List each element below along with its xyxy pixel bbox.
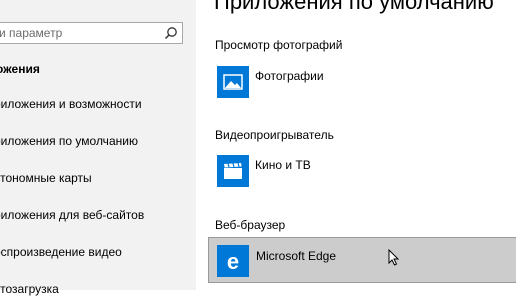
web-browser-label: Веб-браузер — [215, 218, 286, 232]
search-box[interactable] — [0, 22, 183, 44]
sidebar-section-title: ожения — [0, 62, 40, 76]
search-icon[interactable] — [164, 26, 178, 40]
video-player-label: Видеопроигрыватель — [215, 128, 334, 142]
sidebar-item-apps-features[interactable]: риложения и возможности — [0, 97, 142, 111]
edge-icon: e — [217, 245, 249, 277]
sidebar-item-startup[interactable]: втозагрузка — [0, 282, 59, 296]
page-title: Приложения по умолчанию — [214, 0, 494, 14]
movies-tv-icon — [217, 155, 249, 187]
svg-text:e: e — [227, 249, 239, 274]
sidebar-item-video-playback[interactable]: оспроизведение видео — [0, 245, 122, 259]
sidebar-item-offline-maps[interactable]: втономные карты — [0, 171, 92, 185]
mouse-cursor-icon — [388, 249, 400, 266]
photos-icon — [217, 66, 249, 98]
video-player-app-button[interactable]: Кино и ТВ — [213, 151, 413, 191]
photo-viewer-app-name: Фотографии — [255, 69, 324, 83]
search-input[interactable] — [0, 23, 159, 43]
photo-viewer-label: Просмотр фотографий — [215, 38, 343, 52]
video-player-app-name: Кино и ТВ — [255, 158, 311, 172]
sidebar-item-apps-for-websites[interactable]: риложения для веб-сайтов — [0, 208, 144, 222]
web-browser-app-name: Microsoft Edge — [256, 249, 337, 263]
settings-sidebar: ожения риложения и возможности риложения… — [0, 0, 196, 296]
sidebar-item-default-apps[interactable]: риложения по умолчанию — [0, 134, 138, 148]
photo-viewer-app-button[interactable]: Фотографии — [213, 62, 413, 102]
web-browser-app-button[interactable]: e Microsoft Edge — [208, 237, 516, 283]
